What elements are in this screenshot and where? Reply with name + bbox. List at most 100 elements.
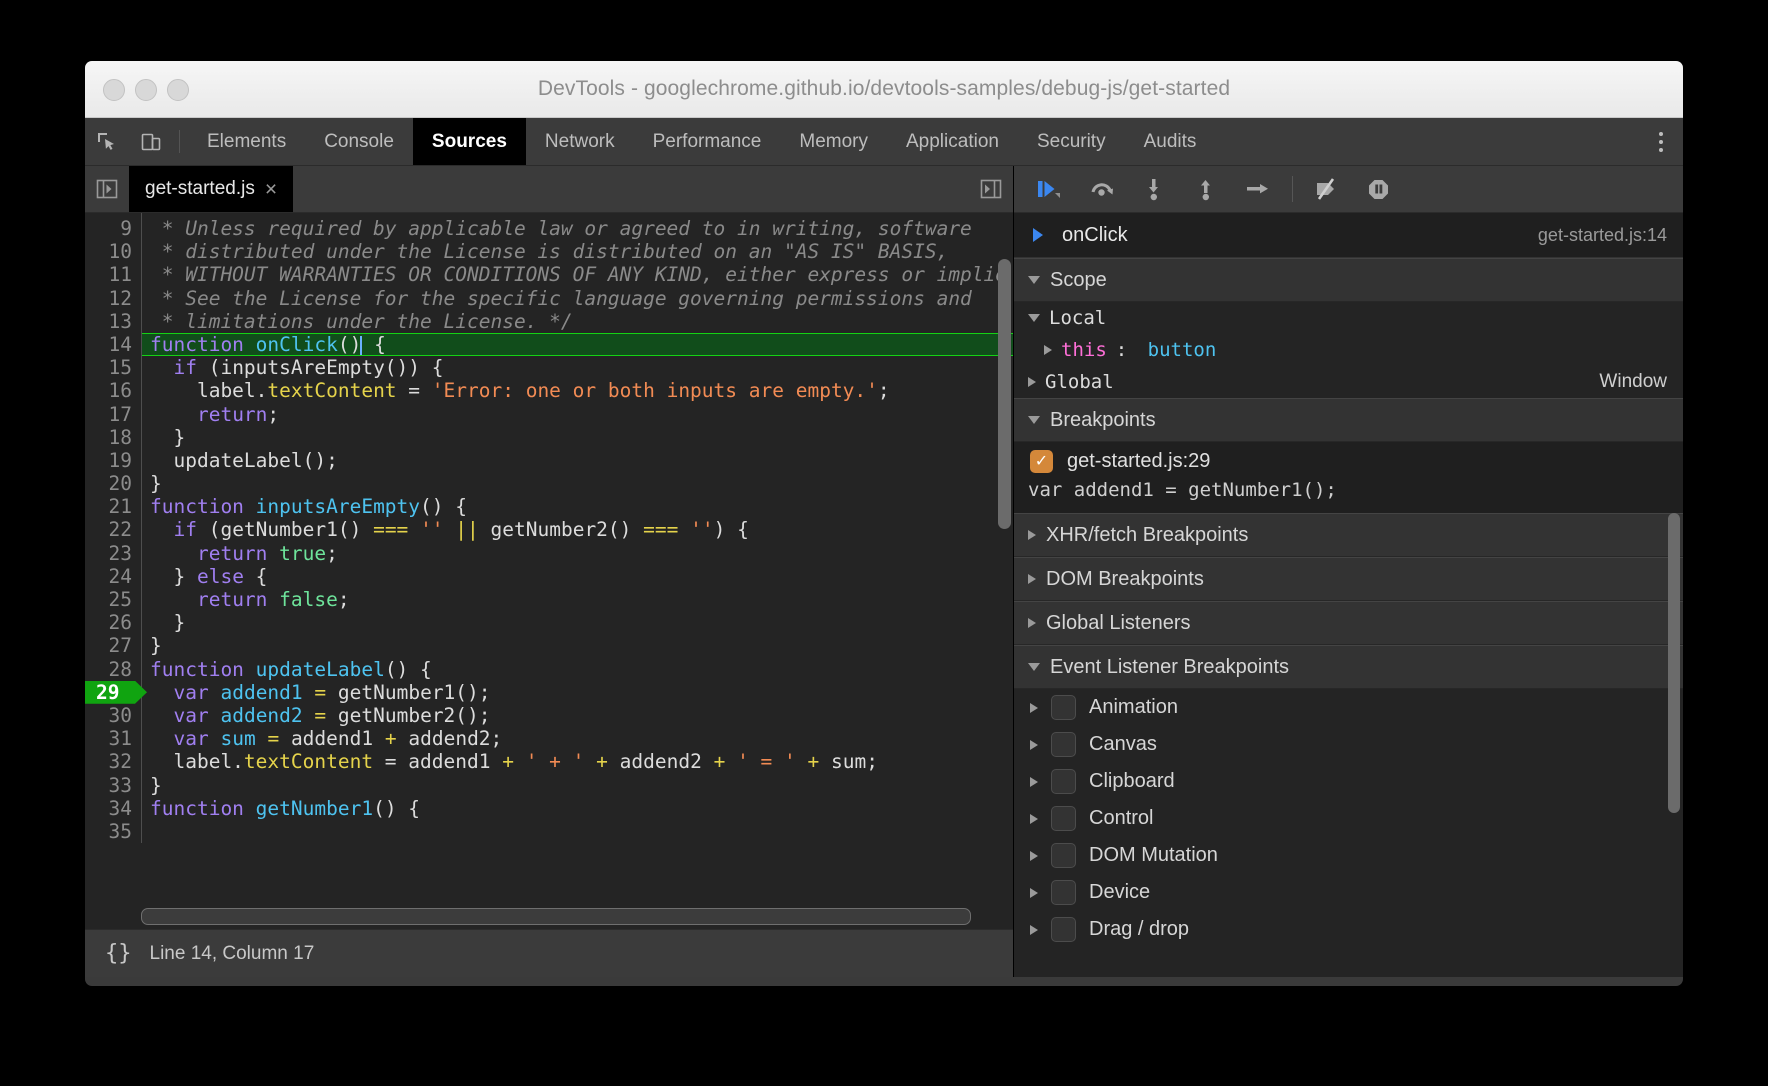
pretty-print-icon[interactable]: {} xyxy=(105,941,132,966)
code-line[interactable]: * distributed under the License is distr… xyxy=(150,240,1013,263)
line-number-9[interactable]: 9 xyxy=(85,217,141,240)
code-line[interactable]: return true; xyxy=(150,542,1013,565)
code-line[interactable]: label.textContent = 'Error: one or both … xyxy=(150,379,1013,402)
tab-security[interactable]: Security xyxy=(1018,118,1125,165)
pause-on-exceptions-icon[interactable] xyxy=(1353,166,1405,212)
code-line[interactable]: var addend1 = getNumber1(); xyxy=(150,681,1013,704)
step-out-icon[interactable] xyxy=(1180,166,1232,212)
code-line[interactable]: } xyxy=(150,774,1013,797)
line-number-14[interactable]: 14 xyxy=(85,333,141,356)
inspect-element-icon[interactable] xyxy=(85,118,129,165)
line-number-22[interactable]: 22 xyxy=(85,518,141,541)
chevron-right-icon[interactable] xyxy=(1030,703,1038,713)
breakpoint-checkbox[interactable]: ✓ xyxy=(1030,450,1053,473)
tab-memory[interactable]: Memory xyxy=(780,118,887,165)
line-number-18[interactable]: 18 xyxy=(85,426,141,449)
code-line[interactable]: } xyxy=(150,611,1013,634)
chevron-right-icon[interactable] xyxy=(1030,740,1038,750)
code-line[interactable]: if (inputsAreEmpty()) { xyxy=(150,356,1013,379)
step-into-icon[interactable] xyxy=(1128,166,1180,212)
code-editor[interactable]: 9101112131415161718192021222324252627282… xyxy=(85,213,1013,929)
breakpoint-list-item[interactable]: ✓ get-started.js:29 var addend1 = getNum… xyxy=(1014,442,1683,513)
window-traffic-lights[interactable] xyxy=(103,79,189,101)
show-navigator-icon[interactable] xyxy=(85,166,129,212)
line-number-16[interactable]: 16 xyxy=(85,379,141,402)
event-listener-checkbox[interactable] xyxy=(1051,917,1076,942)
code-line[interactable]: function updateLabel() { xyxy=(150,658,1013,681)
debugger-vertical-scrollbar[interactable] xyxy=(1668,513,1680,813)
event-listener-checkbox[interactable] xyxy=(1051,695,1076,720)
more-options-icon[interactable] xyxy=(1639,118,1683,165)
code-line-executing[interactable]: function onClick() { xyxy=(142,333,1013,356)
section-event-listener-breakpoints[interactable]: Event Listener Breakpoints xyxy=(1014,645,1683,689)
event-listener-checkbox[interactable] xyxy=(1051,843,1076,868)
tab-application[interactable]: Application xyxy=(887,118,1018,165)
line-number-15[interactable]: 15 xyxy=(85,356,141,379)
scope-group-global[interactable]: Global Window xyxy=(1014,366,1683,398)
event-listener-checkbox[interactable] xyxy=(1051,769,1076,794)
step-over-icon[interactable] xyxy=(1076,166,1128,212)
section-dom-breakpoints[interactable]: DOM Breakpoints xyxy=(1014,557,1683,601)
line-number-10[interactable]: 10 xyxy=(85,240,141,263)
code-line[interactable]: } else { xyxy=(150,565,1013,588)
line-number-23[interactable]: 23 xyxy=(85,542,141,565)
file-tab-get-started-js[interactable]: get-started.js × xyxy=(129,166,293,212)
event-listener-breakpoint-row[interactable]: Device xyxy=(1014,874,1683,911)
code-line[interactable]: * See the License for the specific langu… xyxy=(150,287,1013,310)
code-line[interactable]: label.textContent = addend1 + ' + ' + ad… xyxy=(150,750,1013,773)
device-toolbar-icon[interactable] xyxy=(129,118,173,165)
code-line[interactable]: } xyxy=(150,634,1013,657)
code-line[interactable]: return; xyxy=(150,403,1013,426)
editor-horizontal-scrollbar[interactable] xyxy=(141,908,971,925)
code-lines[interactable]: * Unless required by applicable law or a… xyxy=(142,213,1013,843)
line-number-21[interactable]: 21 xyxy=(85,495,141,518)
section-global-listeners[interactable]: Global Listeners xyxy=(1014,601,1683,645)
event-listener-checkbox[interactable] xyxy=(1051,732,1076,757)
code-line[interactable]: var sum = addend1 + addend2; xyxy=(150,727,1013,750)
event-listener-breakpoint-row[interactable]: Canvas xyxy=(1014,726,1683,763)
event-listener-breakpoint-row[interactable]: Control xyxy=(1014,800,1683,837)
step-icon[interactable] xyxy=(1232,166,1284,212)
line-number-24[interactable]: 24 xyxy=(85,565,141,588)
line-number-11[interactable]: 11 xyxy=(85,263,141,286)
code-line[interactable]: } xyxy=(150,472,1013,495)
code-line[interactable]: if (getNumber1() === '' || getNumber2() … xyxy=(150,518,1013,541)
code-line[interactable]: return false; xyxy=(150,588,1013,611)
section-breakpoints[interactable]: Breakpoints xyxy=(1014,398,1683,442)
chevron-right-icon[interactable] xyxy=(1030,851,1038,861)
line-number-30[interactable]: 30 xyxy=(85,704,141,727)
line-number-32[interactable]: 32 xyxy=(85,750,141,773)
code-line[interactable] xyxy=(150,820,1013,843)
code-line[interactable]: * WITHOUT WARRANTIES OR CONDITIONS OF AN… xyxy=(150,263,1013,286)
line-number-27[interactable]: 27 xyxy=(85,634,141,657)
event-listener-checkbox[interactable] xyxy=(1051,806,1076,831)
line-number-33[interactable]: 33 xyxy=(85,774,141,797)
line-number-29[interactable]: 29 xyxy=(85,681,141,704)
tab-console[interactable]: Console xyxy=(305,118,413,165)
chevron-right-icon[interactable] xyxy=(1030,925,1038,935)
resume-icon[interactable] xyxy=(1024,166,1076,212)
tab-audits[interactable]: Audits xyxy=(1125,118,1216,165)
tab-elements[interactable]: Elements xyxy=(188,118,305,165)
code-line[interactable]: * Unless required by applicable law or a… xyxy=(150,217,1013,240)
code-line[interactable]: } xyxy=(150,426,1013,449)
close-icon[interactable]: × xyxy=(265,179,277,200)
code-line[interactable]: * limitations under the License. */ xyxy=(150,310,1013,333)
call-stack-frame[interactable]: onClick get-started.js:14 xyxy=(1014,213,1683,258)
code-line[interactable]: function inputsAreEmpty() { xyxy=(150,495,1013,518)
editor-horizontal-scroll-area[interactable] xyxy=(141,905,997,927)
chevron-right-icon[interactable] xyxy=(1030,777,1038,787)
section-scope[interactable]: Scope xyxy=(1014,258,1683,302)
line-number-35[interactable]: 35 xyxy=(85,820,141,843)
event-listener-breakpoint-row[interactable]: Clipboard xyxy=(1014,763,1683,800)
line-number-34[interactable]: 34 xyxy=(85,797,141,820)
scope-group-local[interactable]: Local xyxy=(1014,302,1683,334)
tab-performance[interactable]: Performance xyxy=(634,118,781,165)
tab-network[interactable]: Network xyxy=(526,118,634,165)
line-number-20[interactable]: 20 xyxy=(85,472,141,495)
scope-variable-this[interactable]: this: button xyxy=(1014,334,1683,366)
line-number-19[interactable]: 19 xyxy=(85,449,141,472)
code-content[interactable]: 9101112131415161718192021222324252627282… xyxy=(85,213,1013,843)
line-number-17[interactable]: 17 xyxy=(85,403,141,426)
breakpoint-marker[interactable]: 29 xyxy=(85,681,147,704)
